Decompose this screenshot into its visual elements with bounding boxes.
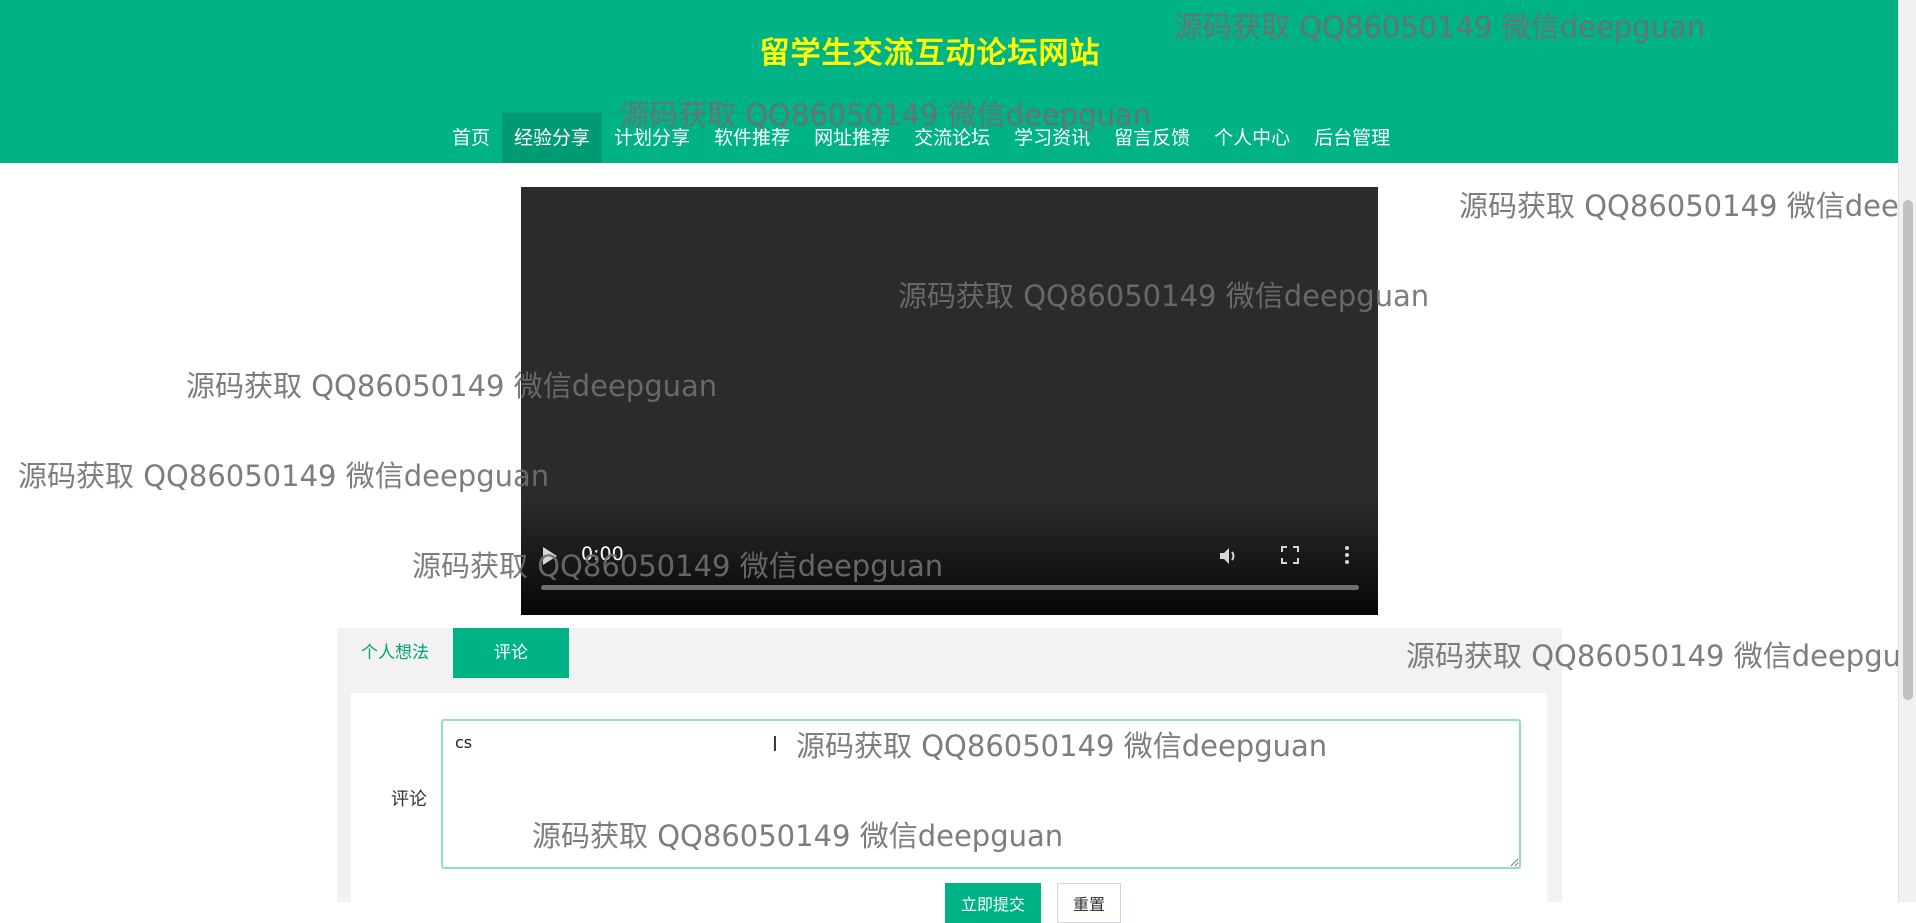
video-time: 0:00: [581, 543, 624, 565]
comment-form: 评论 cs 立即提交 重置: [351, 693, 1547, 923]
navbar: 首页 经验分享 计划分享 软件推荐 网址推荐 交流论坛 学习资讯 留言反馈 个人…: [0, 112, 1898, 163]
page-scrollbar[interactable]: [1898, 0, 1916, 902]
nav-item-news[interactable]: 学习资讯: [1002, 113, 1102, 163]
play-icon[interactable]: [543, 547, 557, 565]
nav-item-forum[interactable]: 交流论坛: [902, 113, 1002, 163]
video-player[interactable]: 0:00: [521, 187, 1378, 615]
comment-label: 评论: [391, 789, 427, 810]
site-header: 留学生交流互动论坛网站: [0, 0, 1898, 112]
nav-item-home[interactable]: 首页: [440, 113, 502, 163]
comment-textarea[interactable]: cs: [441, 719, 1521, 869]
video-controls-bar: [521, 500, 1378, 615]
nav-item-websites[interactable]: 网址推荐: [802, 113, 902, 163]
tab-personal-thoughts[interactable]: 个人想法: [337, 628, 453, 678]
watermark-text: 源码获取 QQ86050149 微信deepguan: [18, 459, 550, 493]
nav-item-experience[interactable]: 经验分享: [502, 113, 603, 163]
nav-item-feedback[interactable]: 留言反馈: [1102, 113, 1202, 163]
scrollbar-thumb[interactable]: [1903, 200, 1913, 700]
nav-item-profile[interactable]: 个人中心: [1202, 113, 1302, 163]
nav-item-software[interactable]: 软件推荐: [702, 113, 802, 163]
nav-item-admin[interactable]: 后台管理: [1302, 113, 1402, 163]
reset-button[interactable]: 重置: [1057, 883, 1121, 923]
site-title: 留学生交流互动论坛网站: [759, 36, 1101, 71]
text-cursor-icon: I: [772, 732, 778, 756]
nav-item-plans[interactable]: 计划分享: [602, 113, 702, 163]
more-options-icon[interactable]: [1341, 544, 1353, 566]
detail-tabs: 个人想法 评论 评论 cs 立即提交 重置: [337, 628, 1562, 923]
submit-button[interactable]: 立即提交: [945, 883, 1041, 923]
watermark-text: 源码获取 QQ86050149 微信deepguan: [1459, 189, 1916, 223]
volume-icon[interactable]: [1217, 544, 1241, 568]
tab-bar: 个人想法 评论: [337, 628, 569, 678]
main-nav: 首页 经验分享 计划分享 软件推荐 网址推荐 交流论坛 学习资讯 留言反馈 个人…: [440, 113, 1402, 163]
tab-comments[interactable]: 评论: [453, 628, 569, 678]
fullscreen-icon[interactable]: [1279, 544, 1301, 566]
video-progress-bar[interactable]: [541, 585, 1359, 590]
